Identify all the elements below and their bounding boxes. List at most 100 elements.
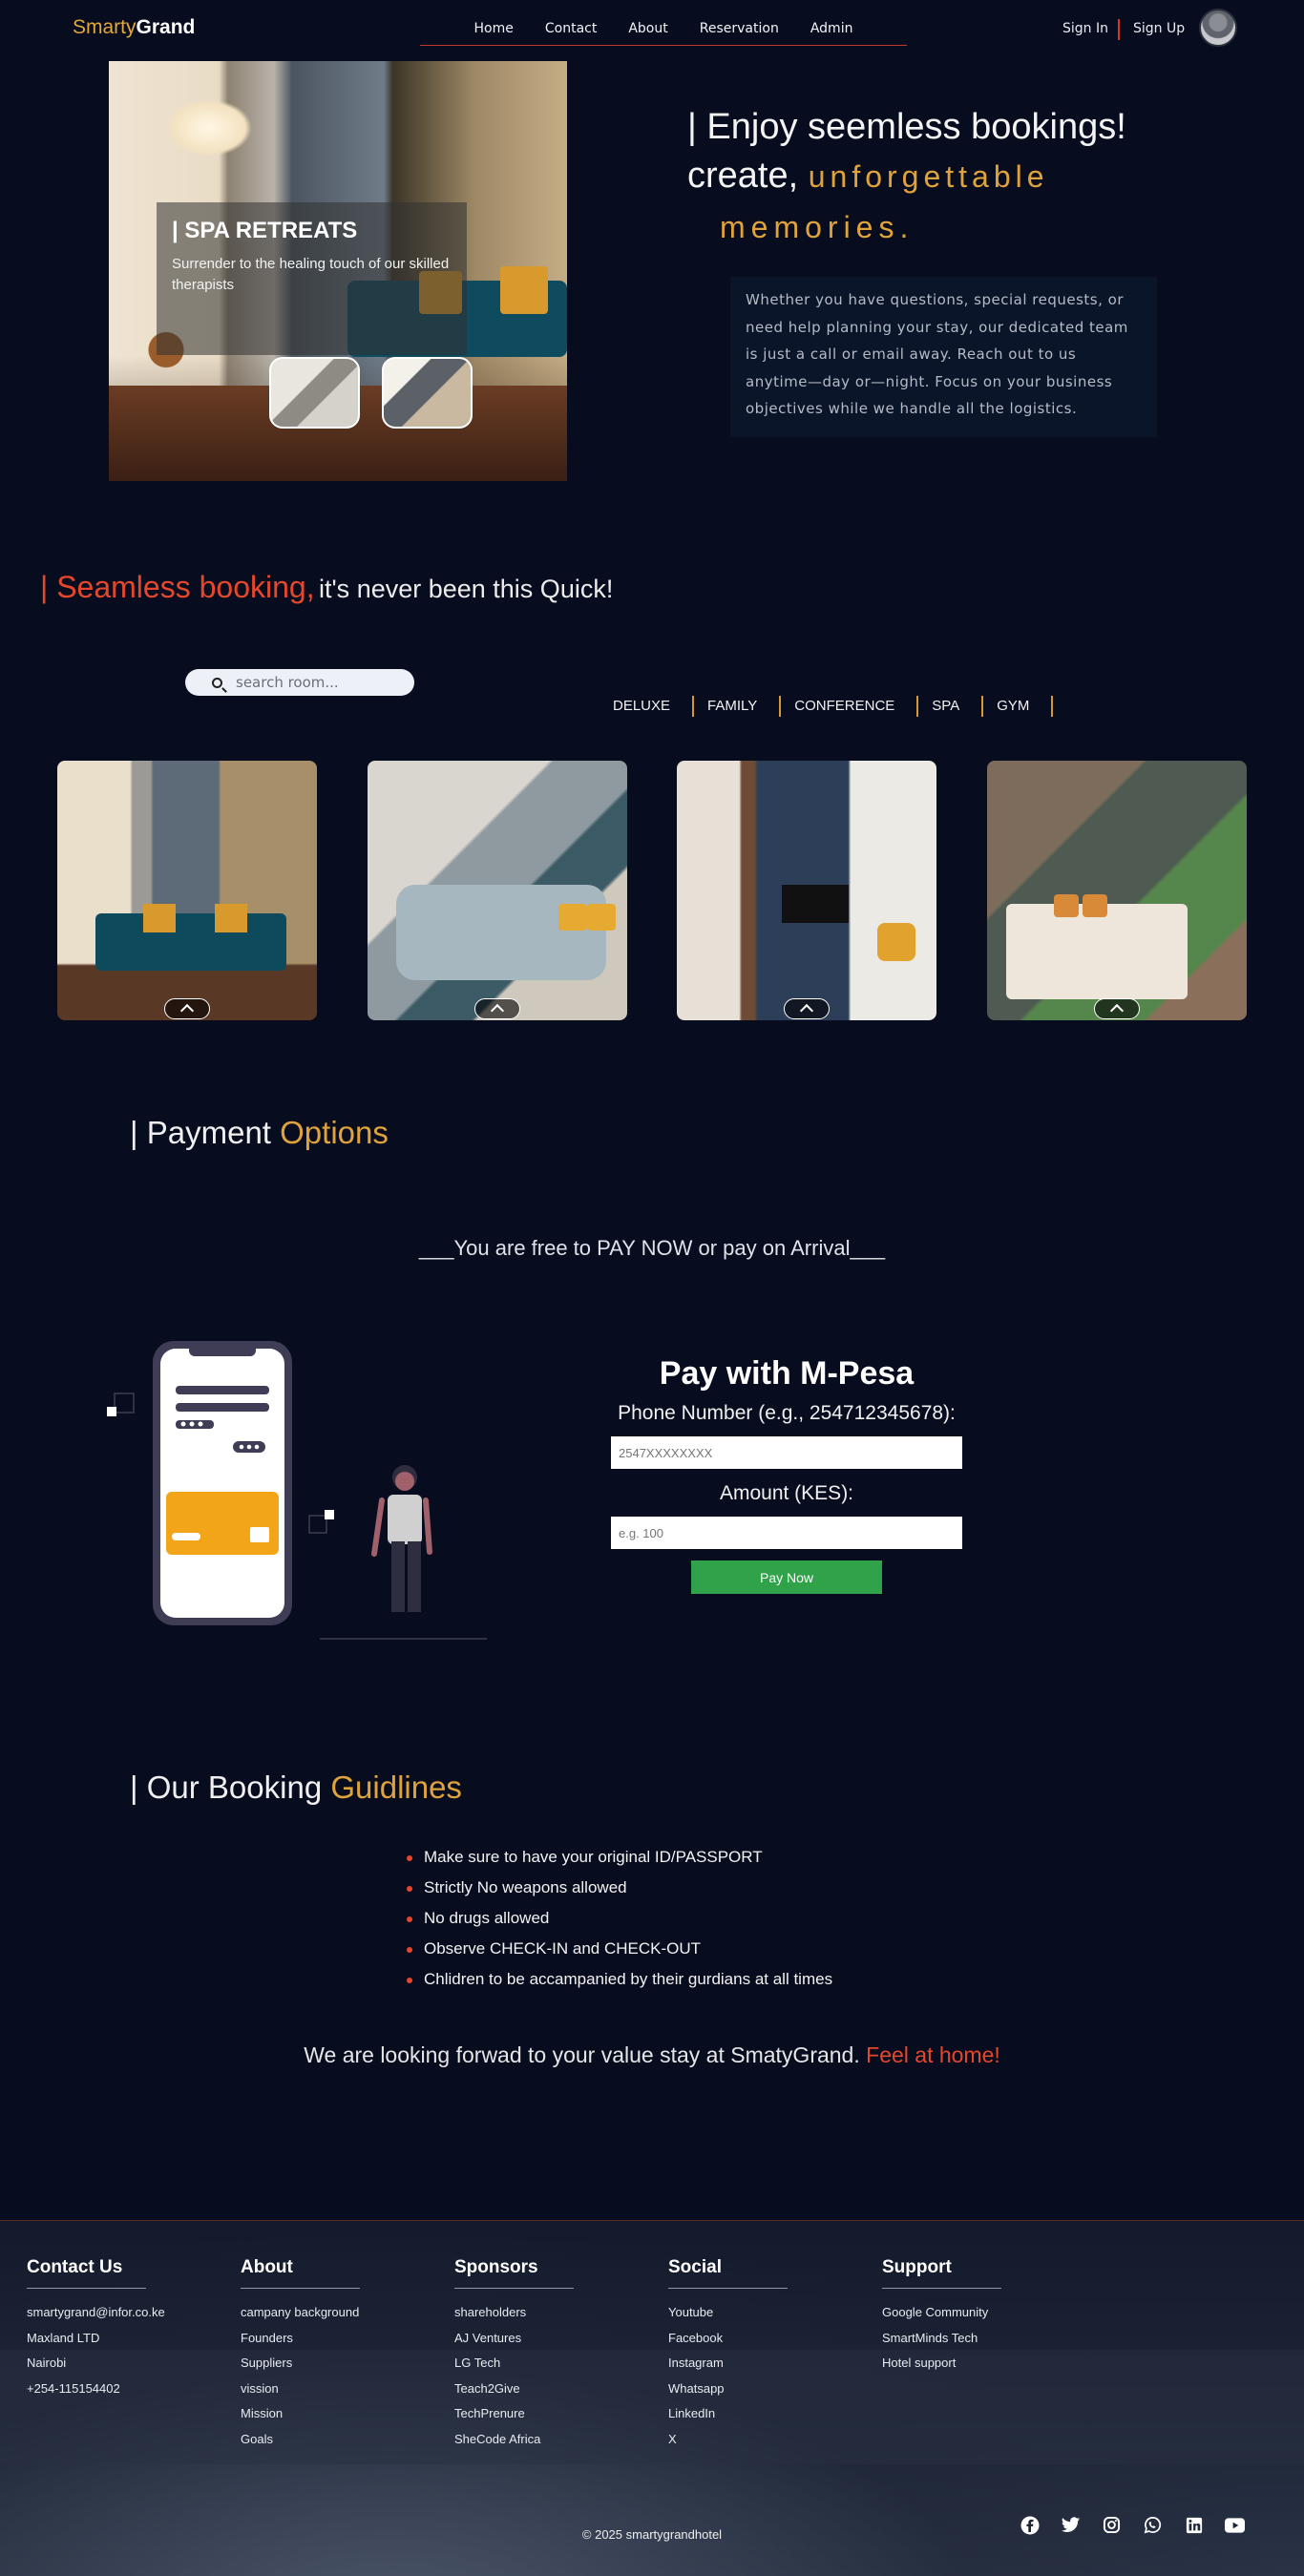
footer-column-title: Contact Us [27,2257,123,2277]
category-gym[interactable]: GYM [983,696,1054,717]
room-card[interactable] [57,761,317,1020]
room-search-bar[interactable] [185,669,414,696]
category-family[interactable]: FAMILY [694,696,782,717]
footer-divider [241,2288,360,2289]
footer-column-title: Sponsors [454,2257,538,2277]
footer-link[interactable]: Facebook [668,2326,869,2352]
footer-link[interactable]: Whatsapp [668,2377,869,2402]
footer-link[interactable]: Google Community [882,2300,1083,2326]
booking-heading-rest: it's never been this Quick! [319,575,614,603]
pillow-graphic [558,904,587,931]
chair-graphic [877,923,915,961]
pillow-graphic [215,904,247,932]
chevron-up-icon[interactable] [474,998,520,1019]
closing-highlight: Feel at home! [866,2042,1000,2067]
nav-reservation[interactable]: Reservation [700,21,779,36]
pillow-graphic [587,904,616,931]
hero-heading: | Enjoy seemless bookings! create, unfor… [687,107,1126,245]
footer-link[interactable]: Suppliers [241,2351,441,2377]
chevron-up-icon[interactable] [784,998,830,1019]
footer-link[interactable]: LinkedIn [668,2401,869,2427]
payment-subtitle: ___You are free to PAY NOW or pay on Arr… [418,1236,886,1260]
room-card[interactable] [987,761,1247,1020]
top-navigation: SmartyGrand Home Contact About Reservati… [0,0,1304,59]
footer-divider [668,2288,788,2289]
footer-social-column: Social Youtube Facebook Instagram Whatsa… [668,2257,869,2452]
footer-link[interactable]: shareholders [454,2300,655,2326]
search-icon [212,677,222,688]
footer-link[interactable]: Teach2Give [454,2377,655,2402]
footer-link[interactable]: X [668,2427,869,2453]
footer-phone[interactable]: +254-115154402 [27,2377,227,2402]
footer-link[interactable]: Hotel support [882,2351,1083,2377]
list-item: Observe CHECK-IN and CHECK-OUT [406,1934,832,1964]
search-input[interactable] [236,674,398,691]
footer-link[interactable]: SheCode Africa [454,2427,655,2453]
sign-in-link[interactable]: Sign In [1062,21,1108,36]
chevron-up-icon[interactable] [1094,998,1140,1019]
footer-column-title: About [241,2257,293,2277]
hero-title-prefix: create, [687,156,799,196]
list-item: Strictly No weapons allowed [406,1873,832,1903]
nav-contact[interactable]: Contact [545,21,597,36]
pay-now-button[interactable]: Pay Now [691,1560,882,1594]
footer-divider [27,2288,146,2289]
pillow-graphic [143,904,176,932]
sofa-graphic [95,913,286,971]
room-card[interactable] [677,761,936,1020]
footer-divider [454,2288,574,2289]
pillow-graphic [1054,894,1079,917]
footer-company: Maxland LTD [27,2330,100,2345]
lamp-graphic [166,99,252,157]
footer-link[interactable]: vission [241,2377,441,2402]
pillow-graphic [1083,894,1107,917]
sign-up-link[interactable]: Sign Up [1133,21,1185,36]
closing-message: We are looking forwad to your value stay… [0,2042,1304,2068]
category-spa[interactable]: SPA [918,696,984,717]
tv-graphic [782,885,849,923]
hero-description: Whether you have questions, special requ… [746,291,1128,417]
footer-email[interactable]: smartygrand@infor.co.ke [27,2300,227,2326]
user-avatar[interactable] [1199,9,1237,47]
footer-column-title: Social [668,2257,722,2277]
footer-link[interactable]: TechPrenure [454,2401,655,2427]
site-logo[interactable]: SmartyGrand [73,16,195,39]
footer-link[interactable]: Instagram [668,2351,869,2377]
room-card[interactable] [368,761,627,1020]
nav-home[interactable]: Home [474,21,514,36]
guidelines-heading-prefix: | Our Booking [130,1770,323,1805]
chevron-up-icon[interactable] [164,998,210,1019]
nav-divider [1118,19,1120,40]
footer-link[interactable]: SmartMinds Tech [882,2326,1083,2352]
nav-admin[interactable]: Admin [810,21,853,36]
footer-link[interactable]: Youtube [668,2300,869,2326]
category-conference[interactable]: CONFERENCE [781,696,919,717]
category-deluxe[interactable]: DELUXE [599,696,695,717]
footer-link[interactable]: Founders [241,2326,441,2352]
spa-retreat-card: | SPA RETREATS Surrender to the healing … [157,202,467,355]
bed-graphic [1006,904,1188,999]
footer-sponsors-column: Sponsors shareholders AJ Ventures LG Tec… [454,2257,655,2452]
booking-heading-red: | Seamless booking, [40,570,315,604]
nav-about[interactable]: About [628,21,667,36]
payment-heading: | Payment Options [130,1115,389,1151]
phone-number-field[interactable] [611,1436,962,1469]
mpesa-form-title: Pay with M-Pesa [659,1355,915,1392]
site-footer: Contact Us smartygrand@infor.co.ke Maxla… [0,2220,1304,2576]
logo-part1: Smarty [73,16,137,38]
amount-field[interactable] [611,1517,962,1549]
footer-link[interactable]: campany background [241,2300,441,2326]
logo-part2: Grand [136,16,196,38]
footer-link[interactable]: Goals [241,2427,441,2453]
bed-graphic [396,885,606,980]
hero-thumbnail-2[interactable] [382,357,473,429]
footer-link[interactable]: AJ Ventures [454,2326,655,2352]
hero-title-gold: unforgettable [808,159,1049,194]
footer-contact-column: Contact Us smartygrand@infor.co.ke Maxla… [27,2257,227,2401]
guidelines-heading-gold: Guidlines [330,1770,462,1805]
footer-link[interactable]: Mission [241,2401,441,2427]
closing-text: We are looking forwad to your value stay… [304,2042,860,2067]
hero-title-line1: | Enjoy seemless bookings! [687,107,1126,147]
hero-thumbnail-1[interactable] [269,357,360,429]
footer-link[interactable]: LG Tech [454,2351,655,2377]
